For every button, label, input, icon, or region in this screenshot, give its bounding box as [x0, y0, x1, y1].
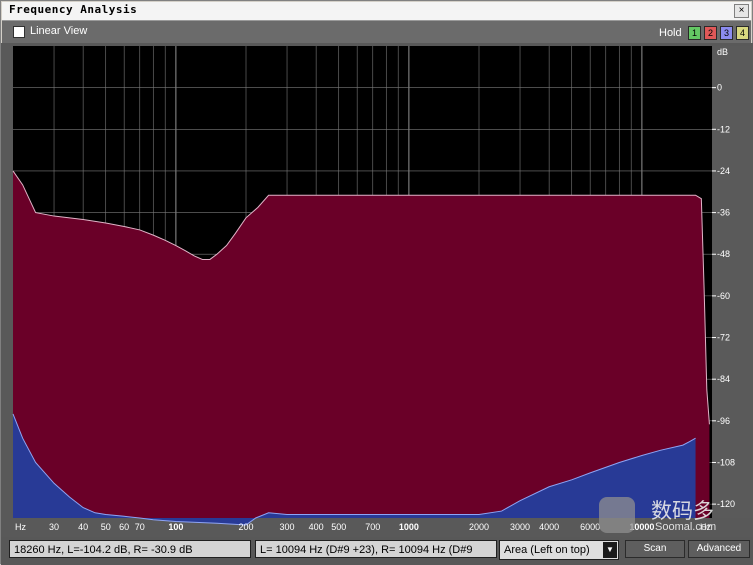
watermark: 数码多 Soomal.com — [599, 495, 753, 537]
x-tick-label: 40 — [78, 522, 88, 532]
x-tick-label: 30 — [49, 522, 59, 532]
status-bar: 18260 Hz, L=-104.2 dB, R= -30.9 dB L= 10… — [1, 537, 753, 565]
y-tick-label: 0 — [717, 83, 722, 93]
window-title: Frequency Analysis — [9, 3, 138, 16]
hold-button-1[interactable]: 1 — [688, 26, 701, 40]
advanced-button[interactable]: Advanced — [688, 540, 750, 558]
x-tick-label: 70 — [135, 522, 145, 532]
y-tick-label: -96 — [717, 416, 730, 426]
hold-button-3[interactable]: 3 — [720, 26, 733, 40]
x-tick-label: 60 — [119, 522, 129, 532]
y-tick-label: -84 — [717, 374, 730, 384]
title-bar[interactable]: Frequency Analysis × — [2, 2, 751, 21]
close-icon[interactable]: × — [734, 4, 749, 18]
y-axis-unit: dB — [717, 47, 728, 57]
x-tick-label: 700 — [365, 522, 380, 532]
hold-button-4[interactable]: 4 — [736, 26, 749, 40]
watermark-url: Soomal.com — [655, 521, 717, 533]
x-tick-label: 300 — [280, 522, 295, 532]
hold-button-2[interactable]: 2 — [704, 26, 717, 40]
linear-view-label[interactable]: Linear View — [30, 25, 87, 37]
y-tick-label: -24 — [717, 166, 730, 176]
y-tick-label: -36 — [717, 208, 730, 218]
frequency-analysis-window: Frequency Analysis × Linear View Hold 1 … — [0, 0, 753, 565]
hold-label: Hold — [659, 27, 682, 39]
view-mode-value: Area (Left on top) — [504, 544, 590, 556]
x-tick-label: 100 — [168, 522, 183, 532]
y-axis-strip — [713, 46, 753, 518]
x-tick-label: 500 — [331, 522, 346, 532]
spectrum-plot-area[interactable]: dB 0 -12 -24 -36 -48 -60 -72 -84 -96 -108 -120 Hz Hz 3… — [1, 43, 753, 537]
y-tick-label: -72 — [717, 333, 730, 343]
y-tick-label: -60 — [717, 291, 730, 301]
chevron-down-icon[interactable]: ▼ — [603, 542, 617, 558]
x-tick-label: 200 — [238, 522, 253, 532]
x-tick-label: 50 — [101, 522, 111, 532]
y-tick-label: -108 — [717, 457, 735, 467]
toolbar: Linear View Hold 1 2 3 4 — [2, 21, 751, 43]
x-tick-label: 6000 — [580, 522, 600, 532]
y-tick-label: -48 — [717, 249, 730, 259]
x-tick-label: 4000 — [539, 522, 559, 532]
scan-button[interactable]: Scan — [625, 540, 685, 558]
soomal-logo-icon — [599, 497, 635, 533]
cursor-readout: 18260 Hz, L=-104.2 dB, R= -30.9 dB — [9, 540, 251, 558]
view-mode-select[interactable]: Area (Left on top) ▼ — [499, 540, 619, 560]
peak-readout: L= 10094 Hz (D#9 +23), R= 10094 Hz (D#9 — [255, 540, 497, 558]
x-axis-unit-left: Hz — [15, 522, 26, 532]
x-tick-label: 400 — [309, 522, 324, 532]
x-tick-label: 3000 — [510, 522, 530, 532]
x-tick-label: 1000 — [399, 522, 419, 532]
linear-view-checkbox[interactable] — [13, 26, 25, 38]
spectrum-chart[interactable]: dB0-12-24-36-48-60-72-84-96-108-120Hz Hz3… — [1, 43, 753, 537]
y-tick-label: -12 — [717, 124, 730, 134]
x-tick-label: 2000 — [469, 522, 489, 532]
